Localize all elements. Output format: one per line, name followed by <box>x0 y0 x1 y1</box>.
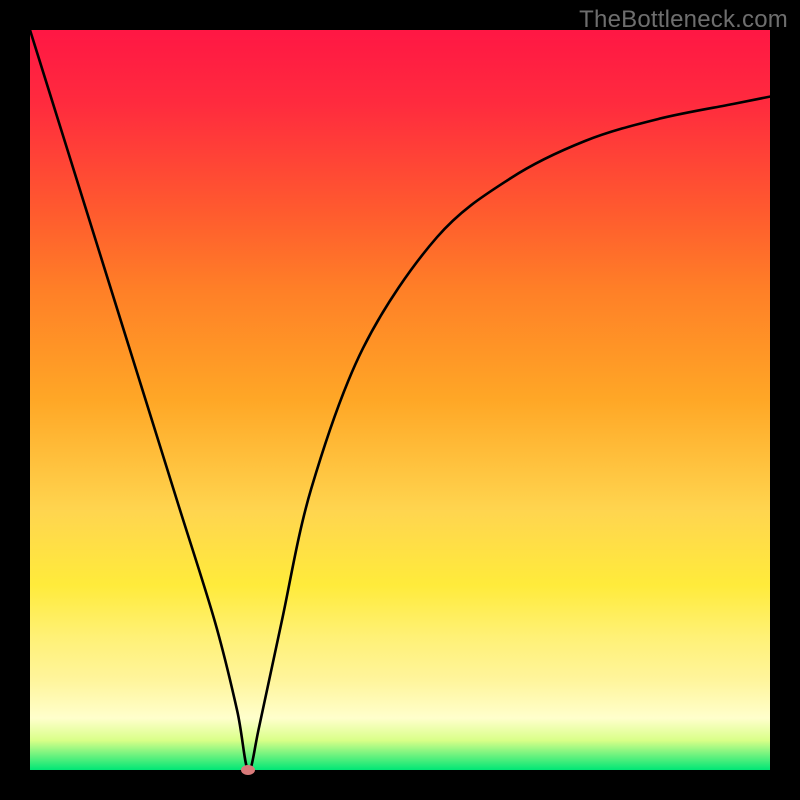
chart-frame: TheBottleneck.com <box>0 0 800 800</box>
watermark-text: TheBottleneck.com <box>579 6 788 34</box>
bottleneck-marker <box>241 765 255 775</box>
bottleneck-curve <box>30 30 770 770</box>
